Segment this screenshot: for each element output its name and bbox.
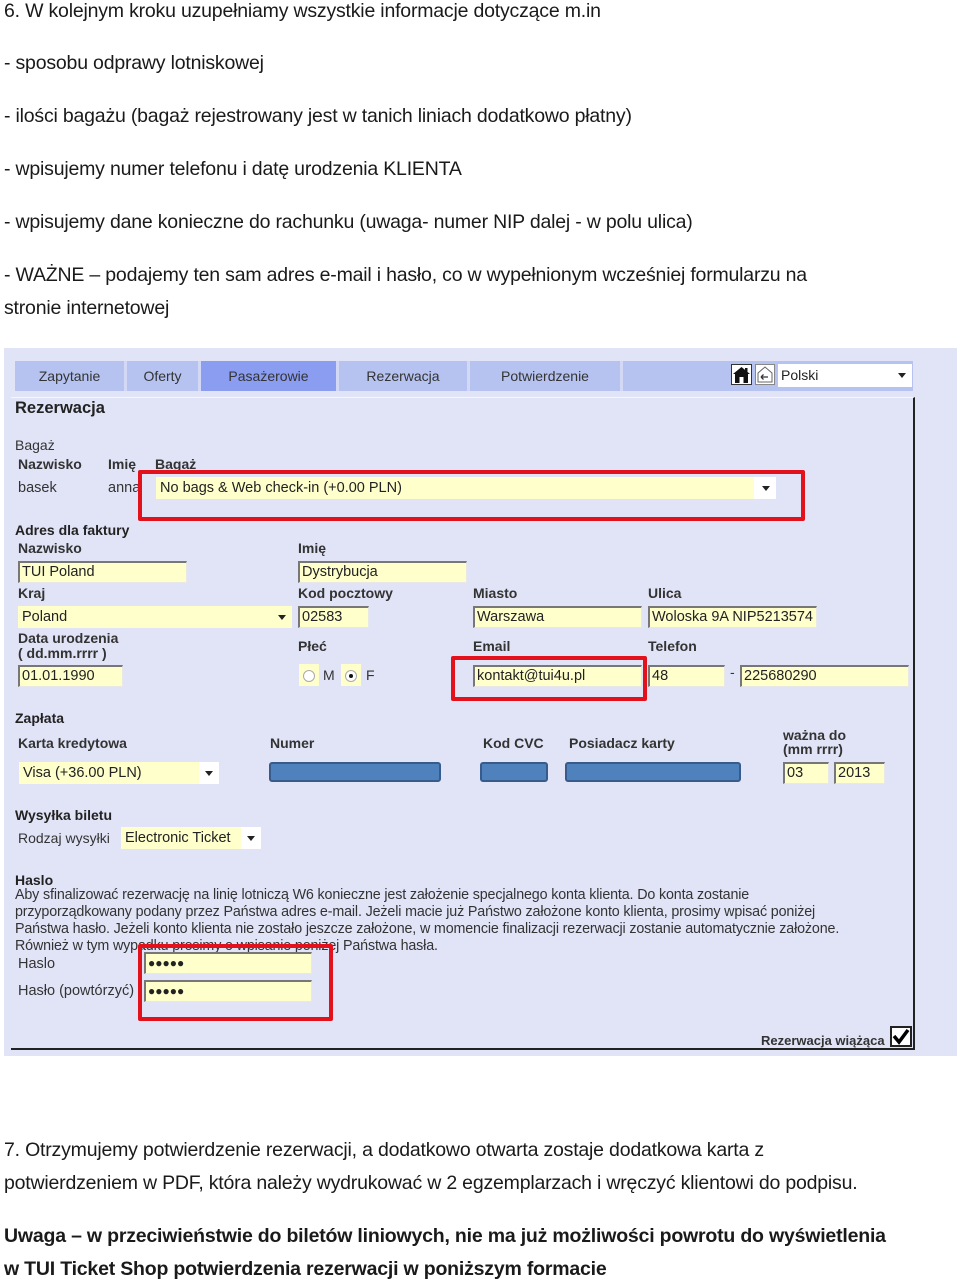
home-icon[interactable] bbox=[731, 364, 752, 385]
birthdate-format: ( dd.mm.rrrr ) bbox=[18, 645, 107, 661]
postcode-input[interactable]: 02583 bbox=[298, 606, 369, 628]
password-info-line: przyporządkowany podany przez Państwa ad… bbox=[15, 904, 816, 920]
language-value: Polski bbox=[781, 367, 819, 383]
gender-f-radio[interactable] bbox=[345, 670, 357, 682]
postcode-label: Kod pocztowy bbox=[298, 585, 393, 601]
valid-year-input[interactable]: 2013 bbox=[834, 762, 885, 784]
step7-line1: 7. Otrzymujemy potwierdzenie rezerwacji,… bbox=[4, 1139, 764, 1161]
gender-label: Płeć bbox=[298, 638, 327, 654]
street-label: Ulica bbox=[648, 585, 682, 601]
country-select[interactable]: Poland bbox=[18, 606, 292, 628]
tab-oferty[interactable]: Oferty bbox=[127, 361, 201, 391]
chevron-down-icon bbox=[247, 836, 255, 841]
highlight-password bbox=[138, 944, 333, 1021]
street-input[interactable]: Woloska 9A NIP5213574 bbox=[648, 606, 817, 628]
birthdate-input[interactable]: 01.01.1990 bbox=[18, 665, 123, 687]
phone-input[interactable]: 225680290 bbox=[740, 665, 909, 687]
chevron-down-icon bbox=[898, 373, 906, 378]
gender-f-label: F bbox=[366, 667, 375, 683]
cvc-label: Kod CVC bbox=[483, 735, 544, 751]
shipping-type-value: Electronic Ticket bbox=[125, 830, 231, 846]
card-holder-label: Posiadacz karty bbox=[569, 735, 675, 751]
back-icon[interactable] bbox=[755, 364, 775, 385]
passenger-surname: basek bbox=[18, 480, 57, 496]
gender-m-radio[interactable] bbox=[303, 670, 315, 682]
invoice-section-label: Adres dla faktury bbox=[15, 522, 130, 538]
chevron-down-icon bbox=[278, 615, 286, 620]
country-label: Kraj bbox=[18, 585, 46, 601]
bullet-important: - WAŻNE – podajemy ten sam adres e-mail … bbox=[4, 264, 807, 286]
bullet-baggage: - ilości bagażu (bagaż rejestrowany jest… bbox=[4, 105, 632, 127]
valid-month-input[interactable]: 03 bbox=[783, 762, 829, 784]
bullet-checkin: - sposobu odprawy lotniskowej bbox=[4, 52, 264, 74]
password-section-label: Haslo bbox=[15, 872, 54, 888]
bullet-phone: - wpisujemy numer telefonu i datę urodze… bbox=[4, 158, 462, 180]
col-name: Imię bbox=[108, 456, 137, 472]
city-input[interactable]: Warszawa bbox=[473, 606, 642, 628]
tab-zapytanie[interactable]: Zapytanie bbox=[15, 361, 127, 391]
shipping-type-label: Rodzaj wysyłki bbox=[18, 830, 110, 846]
card-type-select[interactable]: Visa (+36.00 PLN) bbox=[19, 762, 219, 784]
valid-until-format: (mm rrrr) bbox=[783, 741, 843, 757]
payment-section-label: Zapłata bbox=[15, 710, 65, 726]
password-repeat-label: Hasło (powtórzyć) bbox=[18, 983, 135, 999]
card-type-value: Visa (+36.00 PLN) bbox=[23, 765, 142, 781]
passenger-name: anna bbox=[108, 480, 141, 496]
country-value: Poland bbox=[22, 609, 68, 625]
phone-separator: - bbox=[730, 664, 735, 680]
step6-heading: 6. W kolejnym kroku uzupełniamy wszystki… bbox=[4, 0, 601, 22]
card-type-label: Karta kredytowa bbox=[18, 735, 127, 751]
chevron-down-icon bbox=[205, 771, 213, 776]
step7-line2: potwierdzeniem w PDF, która należy wydru… bbox=[4, 1172, 858, 1194]
email-label: Email bbox=[473, 638, 511, 654]
invoice-surname-label: Nazwisko bbox=[18, 540, 82, 556]
invoice-name-input[interactable]: Dystrybucja bbox=[298, 561, 467, 583]
invoice-surname-input[interactable]: TUI Poland bbox=[18, 561, 187, 583]
shipping-type-select[interactable]: Electronic Ticket bbox=[121, 827, 261, 849]
password-info-line: Państwa hasło. Jeżeli konto klienta nie … bbox=[15, 921, 840, 937]
binding-reservation-label: Rezerwacja wiążąca bbox=[761, 1033, 885, 1048]
phone-label: Telefon bbox=[648, 638, 697, 654]
baggage-section-label: Bagaż bbox=[15, 437, 55, 453]
card-holder-input-redacted[interactable] bbox=[565, 762, 741, 782]
tab-rezerwacja[interactable]: Rezerwacja bbox=[339, 361, 470, 391]
password-info-line: Aby sfinalizować rezerwację na linię lot… bbox=[15, 887, 750, 903]
bullet-important-cont: stronie internetowej bbox=[4, 297, 170, 319]
check-icon bbox=[892, 1028, 910, 1045]
password-label: Haslo bbox=[18, 956, 56, 972]
col-surname: Nazwisko bbox=[18, 456, 82, 472]
language-select[interactable]: Polski bbox=[778, 364, 912, 387]
bullet-invoice: - wpisujemy dane konieczne do rachunku (… bbox=[4, 211, 693, 233]
shipping-section-label: Wysyłka biletu bbox=[15, 807, 113, 823]
card-number-label: Numer bbox=[270, 735, 315, 751]
binding-reservation-checkbox[interactable] bbox=[890, 1026, 912, 1047]
note-line2: w TUI Ticket Shop potwierdzenia rezerwac… bbox=[4, 1258, 607, 1280]
highlight-baggage bbox=[138, 470, 805, 521]
page-title: Rezerwacja bbox=[15, 399, 105, 417]
tab-pasazerowie[interactable]: Pasażerowie bbox=[201, 361, 339, 391]
tab-potwierdzenie[interactable]: Potwierdzenie bbox=[470, 361, 623, 391]
valid-until-label: ważna do bbox=[783, 727, 847, 743]
highlight-email bbox=[451, 656, 647, 701]
cvc-input-redacted[interactable] bbox=[480, 762, 548, 782]
city-label: Miasto bbox=[473, 585, 518, 601]
card-number-input-redacted[interactable] bbox=[269, 762, 441, 782]
invoice-name-label: Imię bbox=[298, 540, 327, 556]
gender-m-label: M bbox=[323, 667, 335, 683]
phone-prefix-input[interactable]: 48 bbox=[648, 665, 725, 687]
note-line1: Uwaga – w przeciwieństwie do biletów lin… bbox=[4, 1225, 886, 1247]
birthdate-label: Data urodzenia bbox=[18, 630, 119, 646]
